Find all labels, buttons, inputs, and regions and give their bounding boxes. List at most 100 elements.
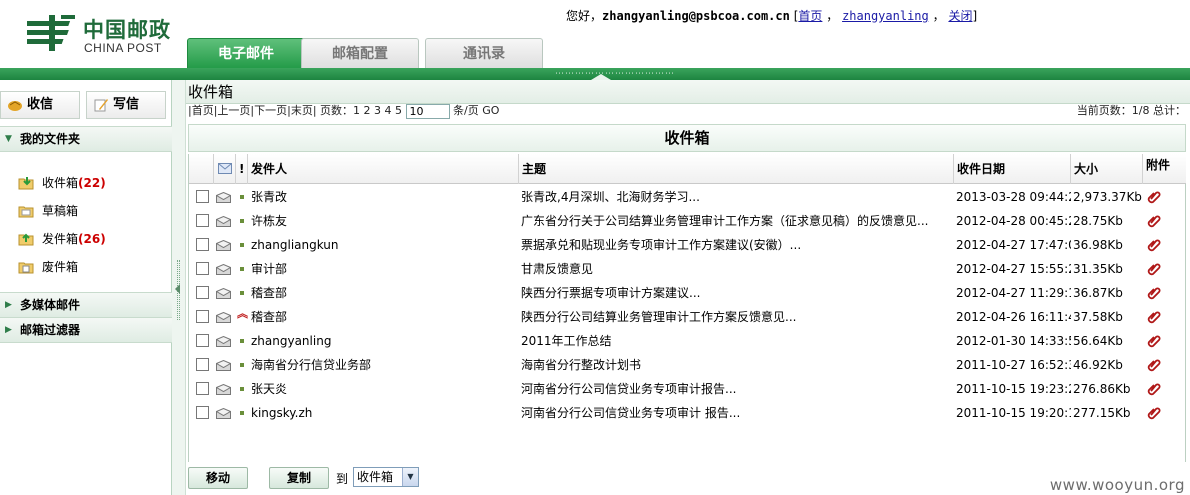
expanded-arrow-icon: ▼ bbox=[5, 134, 12, 144]
subject-cell[interactable]: 票据承兑和贴现业务专项审计工作方案建议(安徽）... bbox=[521, 233, 952, 257]
multimedia-mail-header[interactable]: ▶ 多媒体邮件 bbox=[0, 292, 172, 318]
attachment-icon[interactable] bbox=[1147, 286, 1161, 300]
tab-mailbox-settings[interactable]: 邮箱配置 bbox=[301, 38, 419, 69]
subject-cell[interactable]: 甘肃反馈意见 bbox=[521, 257, 952, 281]
date-column[interactable]: 收件日期 bbox=[954, 154, 1071, 184]
row-checkbox[interactable] bbox=[196, 334, 209, 347]
china-post-logo[interactable]: 中国邮政 CHINA POST bbox=[27, 9, 192, 57]
sidebar-splitter[interactable] bbox=[172, 80, 186, 495]
per-page-input[interactable] bbox=[405, 104, 450, 119]
folder-inbox[interactable]: 收件箱(22) bbox=[18, 173, 106, 193]
attachment-icon[interactable] bbox=[1147, 262, 1161, 276]
my-folders-label: 我的文件夹 bbox=[20, 132, 81, 146]
subject-cell[interactable]: 2011年工作总结 bbox=[521, 329, 952, 353]
chevron-down-icon[interactable]: ▼ bbox=[402, 468, 418, 486]
table-row[interactable]: zhangliangkun 票据承兑和贴现业务专项审计工作方案建议(安徽）... 2… bbox=[189, 233, 1186, 257]
move-button[interactable]: 移动 bbox=[188, 467, 248, 489]
envelope-icon bbox=[216, 288, 231, 299]
attachment-icon[interactable] bbox=[1147, 214, 1161, 228]
table-row[interactable]: 海南省分行信贷业务部 海南省分行整改计划书 2011-10-27 16:52:37 4… bbox=[189, 353, 1186, 377]
attachment-icon[interactable] bbox=[1147, 358, 1161, 372]
header: 中国邮政 CHINA POST 您好，zhangyanling@psbcoa.c… bbox=[0, 0, 1190, 69]
attachment-icon[interactable] bbox=[1147, 238, 1161, 252]
pager-links[interactable]: |首页|上一页|下一页|末页| 页数：1 2 3 4 5 bbox=[188, 104, 402, 117]
user-greeting: 您好，zhangyanling@psbcoa.com.cn [首页 ， zhan… bbox=[566, 7, 977, 24]
folder-sent[interactable]: 发件箱(26) bbox=[18, 229, 106, 249]
envelope-icon bbox=[216, 312, 231, 323]
row-checkbox[interactable] bbox=[196, 190, 209, 203]
subject-cell[interactable]: 海南省分行整改计划书 bbox=[521, 353, 952, 377]
bottom-toolbar: 移动 复制 到 收件箱 ▼ bbox=[186, 462, 1190, 495]
row-checkbox[interactable] bbox=[196, 310, 209, 323]
folder-trash[interactable]: 废件箱 bbox=[18, 257, 78, 277]
bracket-close: ] bbox=[972, 9, 978, 23]
size-cell: 2,973.37Kb bbox=[1073, 190, 1142, 204]
watermark: www.wooyun.org bbox=[1049, 476, 1185, 494]
tab-email[interactable]: 电子邮件 bbox=[187, 38, 305, 69]
receive-label: 收信 bbox=[27, 97, 54, 112]
table-row[interactable]: 稽查部 陕西分行票据专项审计方案建议... 2012-04-27 11:29:11 3… bbox=[189, 281, 1186, 305]
attachment-icon[interactable] bbox=[1147, 382, 1161, 396]
date-cell: 2011-10-27 16:52:37 bbox=[956, 358, 1071, 372]
my-folders-header[interactable]: ▼ 我的文件夹 bbox=[0, 126, 172, 152]
write-mail-button[interactable]: 写信 bbox=[86, 91, 166, 119]
logout-link[interactable]: 关闭 bbox=[948, 9, 972, 23]
row-checkbox[interactable] bbox=[196, 382, 209, 395]
subject-cell[interactable]: 陕西分行公司结算业务管理审计工作方案反馈意见... bbox=[521, 305, 952, 329]
receive-mail-button[interactable]: 收信 bbox=[0, 91, 80, 119]
envelope-icon bbox=[216, 360, 231, 371]
sender-cell[interactable]: 海南省分行信贷业务部 bbox=[251, 353, 517, 377]
row-checkbox[interactable] bbox=[196, 406, 209, 419]
compose-row: 收信 写信 bbox=[0, 86, 172, 120]
attachment-icon[interactable] bbox=[1147, 310, 1161, 324]
username-link[interactable]: zhangyanling bbox=[842, 9, 929, 23]
receive-icon bbox=[8, 101, 22, 111]
row-checkbox[interactable] bbox=[196, 238, 209, 251]
tab-address-book[interactable]: 通讯录 bbox=[425, 38, 543, 69]
mail-type-column[interactable] bbox=[214, 154, 236, 184]
table-row[interactable]: ︽ 稽查部 陕西分行公司结算业务管理审计工作方案反馈意见... 2012-04-26 … bbox=[189, 305, 1186, 329]
size-column[interactable]: 大小 bbox=[1071, 154, 1143, 184]
envelope-icon bbox=[216, 408, 231, 419]
subject-cell[interactable]: 陕西分行票据专项审计方案建议... bbox=[521, 281, 952, 305]
subject-cell[interactable]: 张青改,4月深圳、北海财务学习... bbox=[521, 185, 952, 209]
sender-column[interactable]: 发件人 bbox=[248, 154, 519, 184]
subject-cell[interactable]: 广东省分行关于公司结算业务管理审计工作方案（征求意见稿）的反馈意见... bbox=[521, 209, 952, 233]
attachment-icon[interactable] bbox=[1147, 406, 1161, 420]
sender-cell[interactable]: 审计部 bbox=[251, 257, 517, 281]
per-page-go[interactable]: 条/页 GO bbox=[453, 104, 499, 117]
folder-drafts[interactable]: 草稿箱 bbox=[18, 201, 78, 221]
sender-cell[interactable]: kingsky.zh bbox=[251, 401, 517, 425]
collapse-sidebar-icon[interactable] bbox=[175, 284, 180, 294]
table-row[interactable]: zhangyanling 2011年工作总结 2012-01-30 14:33:56… bbox=[189, 329, 1186, 353]
row-checkbox[interactable] bbox=[196, 262, 209, 275]
table-row[interactable]: 张青改 张青改,4月深圳、北海财务学习... 2013-03-28 09:44:28… bbox=[189, 185, 1186, 209]
row-checkbox[interactable] bbox=[196, 286, 209, 299]
sender-cell[interactable]: zhangyanling bbox=[251, 329, 517, 353]
priority-column[interactable]: ! bbox=[236, 154, 248, 184]
sender-cell[interactable]: 稽查部 bbox=[251, 281, 517, 305]
row-checkbox[interactable] bbox=[196, 214, 209, 227]
mail-filter-header[interactable]: ▶ 邮箱过滤器 bbox=[0, 317, 172, 343]
row-checkbox[interactable] bbox=[196, 358, 209, 371]
table-row[interactable]: 张天炎 河南省分行公司信贷业务专项审计报告... 2011-10-15 19:23:… bbox=[189, 377, 1186, 401]
table-row[interactable]: kingsky.zh 河南省分行公司信贷业务专项审计 报告... 2011-10-1… bbox=[189, 401, 1186, 425]
attachment-icon[interactable] bbox=[1147, 334, 1161, 348]
target-folder-select[interactable]: 收件箱 ▼ bbox=[353, 467, 419, 487]
sender-cell[interactable]: 张天炎 bbox=[251, 377, 517, 401]
subject-cell[interactable]: 河南省分行公司信贷业务专项审计报告... bbox=[521, 377, 952, 401]
attachment-column[interactable]: 附件 bbox=[1143, 154, 1186, 184]
sender-cell[interactable]: 张青改 bbox=[251, 185, 517, 209]
sender-cell[interactable]: 稽查部 bbox=[251, 305, 517, 329]
copy-button[interactable]: 复制 bbox=[269, 467, 329, 489]
home-link[interactable]: 首页 bbox=[798, 9, 822, 23]
collapse-grip[interactable]: ⋯⋯⋯⋯⋯⋯⋯⋯⋯⋯⋯⋯ bbox=[555, 70, 675, 79]
subject-column[interactable]: 主题 bbox=[519, 154, 954, 184]
trash-folder-icon bbox=[18, 262, 34, 274]
table-row[interactable]: 许栋友 广东省分行关于公司结算业务管理审计工作方案（征求意见稿）的反馈意见... 2… bbox=[189, 209, 1186, 233]
table-row[interactable]: 审计部 甘肃反馈意见 2012-04-27 15:55:25 31.35Kb bbox=[189, 257, 1186, 281]
sender-cell[interactable]: zhangliangkun bbox=[251, 233, 517, 257]
subject-cell[interactable]: 河南省分行公司信贷业务专项审计 报告... bbox=[521, 401, 952, 425]
attachment-icon[interactable] bbox=[1147, 190, 1161, 204]
sender-cell[interactable]: 许栋友 bbox=[251, 209, 517, 233]
